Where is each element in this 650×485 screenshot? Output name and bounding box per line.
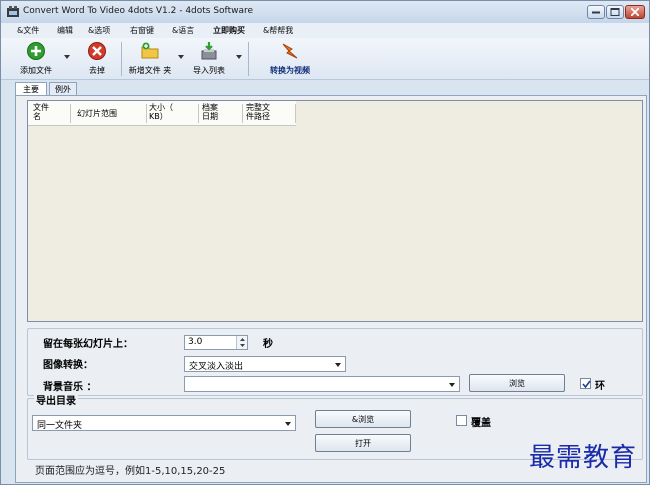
remove-label: 去掉 — [89, 66, 105, 75]
menu-bar: &文件 编辑 &选项 右窗键 &语言 立即购买 &帮帮我 — [1, 23, 649, 38]
import-list-button[interactable]: 导入列表 — [189, 41, 229, 77]
overwrite-checkbox[interactable] — [456, 415, 467, 426]
window-title: Convert Word To Video 4dots V1.2 - 4dots… — [23, 6, 254, 16]
file-list-header: 文件 名 幻灯片范围 大小（ KB） 档案 日期 完整文 件路径 — [28, 101, 296, 126]
convert-to-video-button[interactable]: 转换为视频 — [263, 41, 317, 77]
remove-icon — [88, 42, 106, 60]
column-header-size[interactable]: 大小（ KB） — [149, 103, 173, 121]
menu-right-click[interactable]: 右窗键 — [130, 25, 154, 36]
convert-arrow-icon — [282, 43, 298, 59]
chevron-down-icon — [285, 422, 291, 426]
image-transition-select[interactable]: 交叉淡入淡出 — [184, 356, 346, 372]
menu-edit[interactable]: 编辑 — [57, 25, 73, 36]
overwrite-label: 覆盖 — [471, 418, 491, 429]
browse-output-button[interactable]: &浏览 — [315, 410, 411, 428]
toolbar-separator — [121, 42, 122, 76]
menu-language[interactable]: &语言 — [172, 25, 194, 36]
toolbar: 添加文件 去掉 新增文件 夹 导入列表 转换为视频 — [1, 38, 649, 80]
chevron-down-icon — [449, 383, 455, 387]
file-list[interactable]: 文件 名 幻灯片范围 大小（ KB） 档案 日期 完整文 件路径 — [27, 100, 643, 322]
menu-file[interactable]: &文件 — [17, 25, 39, 36]
folder-add-icon — [141, 42, 159, 59]
slide-duration-label: 留在每张幻灯片上： — [43, 339, 133, 350]
title-bar[interactable]: Convert Word To Video 4dots V1.2 - 4dots… — [1, 1, 649, 23]
spin-up-icon[interactable] — [237, 336, 248, 342]
chevron-down-icon — [335, 363, 341, 367]
browse-music-button[interactable]: 浏览 — [469, 374, 565, 392]
image-transition-value: 交叉淡入淡出 — [189, 362, 244, 372]
import-list-icon — [201, 42, 217, 60]
checkmark-icon — [582, 380, 591, 389]
output-folder-value: 同一文件夹 — [37, 421, 83, 431]
close-icon — [631, 8, 639, 16]
app-icon — [7, 6, 19, 17]
column-separator[interactable] — [146, 104, 147, 123]
page-range-note: 页面范围应为逗号，例如1-5,10,15,20-25 — [35, 466, 226, 477]
video-settings-group: 留在每张幻灯片上： 3.0 秒 图像转换： 交叉淡入淡出 背景音乐 ： 浏览 环 — [27, 328, 643, 396]
menu-buy-now[interactable]: 立即购买 — [213, 25, 245, 36]
import-list-label: 导入列表 — [193, 66, 225, 75]
spin-down-icon[interactable] — [237, 343, 248, 349]
column-header-full-path[interactable]: 完整文 件路径 — [246, 103, 270, 121]
column-header-file-date[interactable]: 档案 日期 — [202, 103, 218, 121]
output-folder-title: 导出目录 — [34, 392, 78, 407]
main-panel: 文件 名 幻灯片范围 大小（ KB） 档案 日期 完整文 件路径 留在每张幻灯片… — [15, 95, 647, 483]
remove-button[interactable]: 去掉 — [79, 41, 115, 77]
app-window: Convert Word To Video 4dots V1.2 - 4dots… — [0, 0, 650, 485]
menu-options[interactable]: &选项 — [88, 25, 110, 36]
add-file-dropdown-arrow-icon[interactable] — [64, 55, 70, 59]
add-icon — [27, 42, 45, 60]
slide-duration-spinner[interactable]: 3.0 — [184, 335, 248, 350]
add-file-button[interactable]: 添加文件 — [13, 41, 59, 77]
add-folder-label: 新增文件 夹 — [128, 66, 172, 75]
background-music-label: 背景音乐 ： — [43, 382, 97, 393]
spinner-arrows[interactable] — [236, 336, 247, 349]
column-header-slide-range[interactable]: 幻灯片范围 — [77, 109, 117, 118]
maximize-icon — [610, 8, 620, 16]
open-output-button[interactable]: 打开 — [315, 434, 411, 452]
column-separator[interactable] — [70, 104, 71, 123]
background-music-select[interactable] — [184, 376, 460, 392]
loop-label: 环 — [595, 381, 605, 392]
slide-duration-unit: 秒 — [263, 339, 273, 350]
column-header-filename[interactable]: 文件 名 — [33, 103, 49, 121]
add-file-label: 添加文件 — [20, 66, 52, 75]
column-separator[interactable] — [242, 104, 243, 123]
import-list-dropdown-arrow-icon[interactable] — [236, 55, 242, 59]
maximize-button[interactable] — [606, 5, 624, 19]
column-separator[interactable] — [198, 104, 199, 123]
toolbar-separator — [248, 42, 249, 76]
watermark-text: 最需教育 — [529, 443, 638, 473]
add-folder-dropdown-arrow-icon[interactable] — [178, 55, 184, 59]
convert-to-video-label: 转换为视频 — [270, 66, 310, 75]
column-separator[interactable] — [295, 104, 296, 123]
tab-exceptions[interactable]: 例外 — [49, 82, 77, 96]
output-folder-select[interactable]: 同一文件夹 — [32, 415, 296, 431]
loop-checkbox[interactable] — [580, 378, 591, 389]
slide-duration-value: 3.0 — [188, 337, 203, 347]
close-button[interactable] — [625, 5, 645, 19]
menu-help[interactable]: &帮帮我 — [263, 25, 293, 36]
add-folder-button[interactable]: 新增文件 夹 — [125, 41, 175, 77]
minimize-icon — [592, 11, 600, 14]
image-transition-label: 图像转换： — [43, 360, 93, 371]
minimize-button[interactable] — [587, 5, 605, 19]
